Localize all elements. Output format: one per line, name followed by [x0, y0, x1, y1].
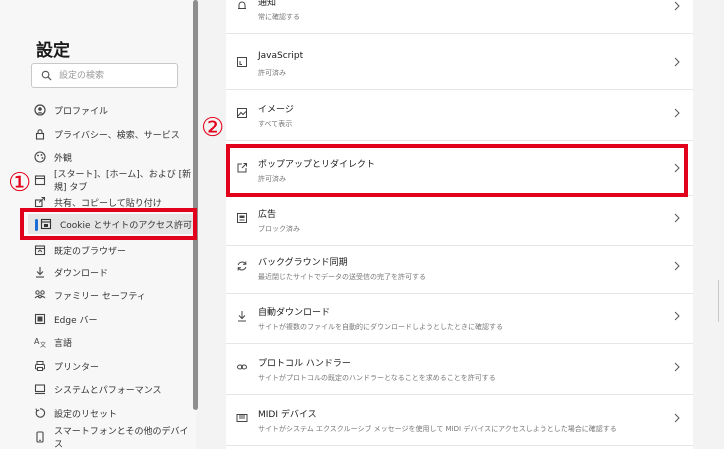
- family-icon: [34, 290, 46, 299]
- svg-text:文: 文: [40, 341, 46, 348]
- profile-icon: [34, 104, 46, 116]
- sidebar-item-label: [スタート]、[ホーム]、および [新規] タブ: [54, 170, 192, 193]
- sidebar-scrollbar[interactable]: [193, 0, 198, 410]
- chevron-right-icon: [674, 213, 680, 223]
- chevron-right-icon: [674, 57, 680, 67]
- setting-row-javascript[interactable]: JavaScript 許可済み: [226, 42, 693, 90]
- sidebar-item-label: 外観: [54, 153, 73, 164]
- setting-subtitle: 許可済み: [258, 69, 286, 77]
- search-icon: [41, 70, 52, 81]
- setting-row-protocol-handlers[interactable]: プロトコル ハンドラー サイトがプロトコルの既定のハンドラーとなることを求めるこ…: [226, 347, 693, 395]
- page-title: 設定: [36, 41, 70, 61]
- search-input[interactable]: [59, 67, 171, 85]
- sidebar-item-label: 言語: [54, 338, 73, 349]
- sidebar-item-label: プリンター: [54, 362, 100, 373]
- sidebar-item-label: システムとパフォーマンス: [54, 385, 162, 396]
- system-icon: [34, 384, 46, 395]
- annotation-marker-2: ②: [201, 113, 225, 143]
- setting-row-ads[interactable]: 広告 ブロック済み: [226, 198, 693, 246]
- highlight-box-popups: [226, 144, 688, 197]
- sidebar-item-system[interactable]: システムとパフォーマンス: [34, 379, 194, 399]
- setting-title: MIDI デバイス: [258, 410, 317, 420]
- setting-subtitle: サイトがプロトコルの既定のハンドラーとなることを求めることを許可する: [258, 374, 496, 382]
- ads-icon: [237, 213, 247, 223]
- share-icon: [34, 196, 46, 208]
- setting-title: バックグラウンド同期: [258, 258, 348, 268]
- sidebar-item-downloads[interactable]: ダウンロード: [34, 262, 194, 282]
- chevron-right-icon: [674, 311, 680, 321]
- protocol-icon: [237, 364, 247, 370]
- setting-subtitle: サイトが複数のファイルを自動的にダウンロードしようとしたときに確認する: [258, 323, 503, 331]
- appearance-icon: [34, 151, 46, 163]
- sidebar-item-label: プライバシー、検索、サービス: [54, 130, 180, 141]
- setting-row-notifications[interactable]: 通知 常に確認する: [226, 0, 693, 34]
- sidebar-item-language[interactable]: A文 言語: [34, 332, 194, 352]
- setting-row-background-sync[interactable]: バックグラウンド同期 最近閉じたサイトでデータの送受信の完了を許可する: [226, 246, 693, 294]
- setting-row-midi-devices[interactable]: MIDI デバイス サイトがシステム エクスクルーシブ メッセージを使用して M…: [226, 398, 693, 446]
- midi-icon: [236, 414, 248, 422]
- sidebar-item-tabs[interactable]: [スタート]、[ホーム]、および [新規] タブ: [34, 170, 194, 193]
- sidebar-item-label: ダウンロード: [54, 268, 109, 279]
- sidebar-item-privacy[interactable]: プライバシー、検索、サービス: [34, 124, 194, 144]
- setting-title: 自動ダウンロード: [258, 308, 331, 318]
- setting-row-automatic-downloads[interactable]: 自動ダウンロード サイトが複数のファイルを自動的にダウンロードしようとしたときに…: [226, 296, 693, 344]
- download-icon: [36, 267, 44, 278]
- sidebar-item-edge-bar[interactable]: Edge バー: [34, 309, 194, 329]
- sidebar-item-label: 既定のブラウザー: [54, 246, 127, 257]
- setting-title: イメージ: [258, 105, 294, 115]
- setting-title: プロトコル ハンドラー: [258, 359, 351, 369]
- setting-subtitle: 最近閉じたサイトでデータの送受信の完了を許可する: [258, 273, 426, 281]
- sidebar-item-label: ファミリー セーフティ: [54, 291, 146, 302]
- setting-subtitle: すべて表示: [258, 120, 293, 128]
- bell-icon: [238, 1, 246, 9]
- sidebar-item-printer[interactable]: プリンター: [34, 356, 194, 376]
- image-icon: [237, 108, 247, 118]
- sidebar-item-reset[interactable]: 設定のリセット: [34, 403, 194, 423]
- download-icon: [238, 311, 246, 322]
- setting-row-images[interactable]: イメージ すべて表示: [226, 93, 693, 141]
- sidebar-item-label: スマートフォンとその他のデバイス: [54, 427, 189, 449]
- phone-icon: [36, 431, 44, 443]
- lock-icon: [35, 129, 45, 140]
- tabs-icon: [34, 175, 46, 186]
- sidebar-item-label: Edge バー: [54, 315, 98, 326]
- edge-bar-icon: [34, 313, 46, 325]
- sidebar-item-family[interactable]: ファミリー セーフティ: [34, 285, 194, 305]
- javascript-icon: [237, 57, 247, 67]
- setting-subtitle: ブロック済み: [258, 225, 300, 233]
- browser-icon: [34, 245, 46, 256]
- setting-title: 広告: [258, 210, 277, 220]
- sidebar-item-profile[interactable]: プロファイル: [34, 100, 194, 120]
- main-content: 通知 常に確認する JavaScript 許可済み イメージ すべて表示 ポップ…: [205, 0, 724, 449]
- site-permissions-panel: 通知 常に確認する JavaScript 許可済み イメージ すべて表示 ポップ…: [226, 0, 693, 449]
- printer-icon: [35, 361, 45, 371]
- chevron-right-icon: [674, 108, 680, 118]
- sidebar-item-default-browser[interactable]: 既定のブラウザー: [34, 240, 194, 260]
- sidebar-item-label: 設定のリセット: [54, 409, 118, 420]
- sidebar-item-appearance[interactable]: 外観: [34, 147, 194, 167]
- window-edge-divider: [718, 280, 719, 322]
- setting-subtitle: サイトがシステム エクスクルーシブ メッセージを使用して MIDI デバイスにア…: [258, 425, 617, 433]
- sidebar-item-label: 共有、コピーして貼り付け: [54, 198, 162, 209]
- highlight-box-cookies: [20, 208, 197, 240]
- chevron-right-icon: [674, 413, 680, 423]
- chevron-right-icon: [674, 1, 680, 11]
- setting-subtitle: 常に確認する: [258, 13, 300, 21]
- chevron-right-icon: [674, 261, 680, 271]
- sidebar-item-phone[interactable]: スマートフォンとその他のデバイス: [34, 427, 194, 449]
- sync-icon: [237, 261, 247, 271]
- sidebar-item-label: プロファイル: [54, 106, 109, 117]
- setting-title: JavaScript: [258, 51, 304, 61]
- language-icon: A文: [34, 337, 46, 348]
- reset-icon: [35, 408, 46, 418]
- annotation-marker-1: ①: [8, 168, 32, 198]
- search-box[interactable]: [31, 63, 178, 88]
- chevron-right-icon: [674, 362, 680, 372]
- setting-title: 通知: [258, 0, 277, 8]
